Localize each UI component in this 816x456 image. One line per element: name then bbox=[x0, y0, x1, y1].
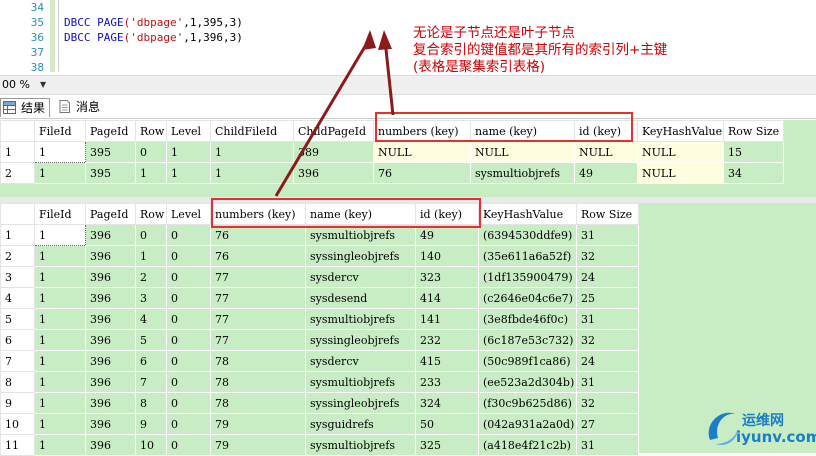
watermark-text-cn: 运维网 bbox=[742, 413, 784, 429]
annotation-line: 复合索引的键值都是其所有的索引列+主键 bbox=[413, 42, 668, 58]
watermark-text-domain: iyunv.com bbox=[736, 428, 816, 446]
annotation-line: 无论是子节点还是叶子节点 bbox=[413, 25, 575, 41]
watermark-logo: 运维网 iyunv.com bbox=[702, 404, 816, 450]
annotation-arrows bbox=[274, 30, 395, 197]
annotation-note: 无论是子节点还是叶子节点 复合索引的键值都是其所有的索引列+主键 (表格是聚集索… bbox=[413, 25, 667, 76]
annotation-line: (表格是聚集索引表格) bbox=[413, 59, 546, 75]
